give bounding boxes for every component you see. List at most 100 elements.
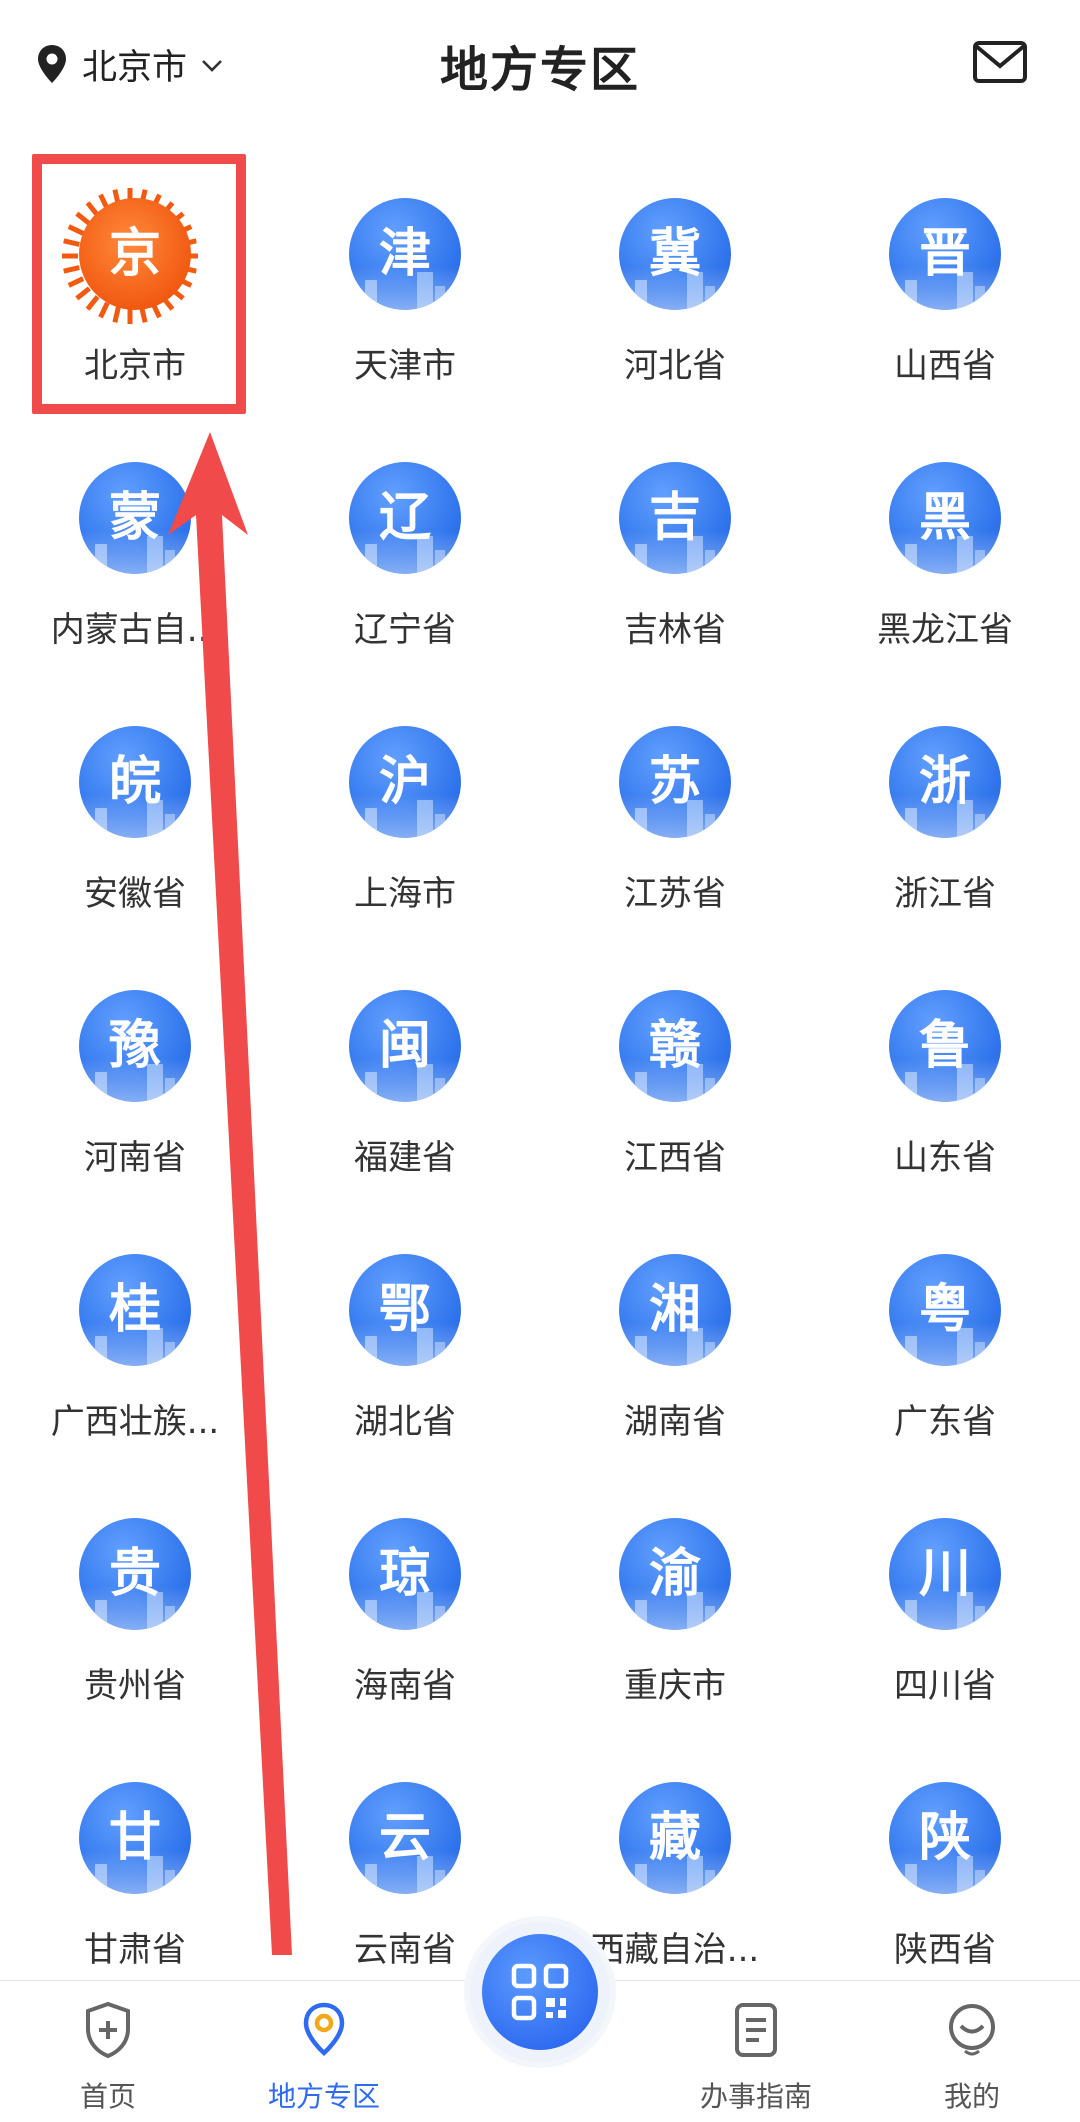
region-icon: 吉 xyxy=(619,462,731,574)
region-glyph: 粤 xyxy=(918,1280,971,1340)
region-icon: 云 xyxy=(349,1782,461,1894)
region-label: 河南省 xyxy=(84,1138,186,1178)
region-item[interactable]: 黑黑龙江省 xyxy=(810,434,1080,698)
region-item[interactable]: 津天津市 xyxy=(270,170,540,434)
region-icon: 豫 xyxy=(79,990,191,1102)
scan-qr-button[interactable] xyxy=(470,1922,610,2062)
region-icon: 贵 xyxy=(79,1518,191,1630)
region-glyph: 鄂 xyxy=(378,1280,431,1340)
region-icon: 沪 xyxy=(349,726,461,838)
tab-local-label: 地方专区 xyxy=(267,2080,380,2113)
region-glyph: 冀 xyxy=(648,224,701,284)
region-label: 河北省 xyxy=(624,346,726,386)
region-glyph: 沪 xyxy=(378,752,431,812)
region-item[interactable]: 赣江西省 xyxy=(540,962,810,1226)
region-glyph: 吉 xyxy=(648,488,701,548)
region-glyph: 渝 xyxy=(648,1544,701,1604)
region-label: 湖南省 xyxy=(624,1402,726,1442)
region-glyph: 浙 xyxy=(918,752,971,812)
region-item[interactable]: 贵贵州省 xyxy=(0,1490,270,1754)
region-glyph: 贵 xyxy=(108,1544,161,1604)
region-item[interactable]: 桂广西壮族... xyxy=(0,1226,270,1490)
region-glyph: 川 xyxy=(918,1544,971,1604)
tab-local[interactable]: 地方专区 xyxy=(216,1981,432,2122)
region-glyph: 甘 xyxy=(108,1808,161,1868)
region-icon: 苏 xyxy=(619,726,731,838)
region-label: 江西省 xyxy=(624,1138,726,1178)
region-icon: 琼 xyxy=(349,1518,461,1630)
region-icon: 粤 xyxy=(889,1254,1001,1366)
region-label: 海南省 xyxy=(354,1666,456,1706)
region-icon: 桂 xyxy=(79,1254,191,1366)
region-item[interactable]: 豫河南省 xyxy=(0,962,270,1226)
tab-guide[interactable]: 办事指南 xyxy=(648,1981,864,2122)
region-label: 山西省 xyxy=(894,346,996,386)
region-label: 贵州省 xyxy=(84,1666,186,1706)
region-item[interactable]: 甘甘肃省 xyxy=(0,1754,270,2018)
region-item[interactable]: 沪上海市 xyxy=(270,698,540,962)
region-icon: 津 xyxy=(349,198,461,310)
region-label: 山东省 xyxy=(894,1138,996,1178)
region-glyph: 蒙 xyxy=(108,488,161,548)
region-item[interactable]: 浙浙江省 xyxy=(810,698,1080,962)
region-icon: 皖 xyxy=(79,726,191,838)
region-item[interactable]: 皖安徽省 xyxy=(0,698,270,962)
region-item[interactable]: 吉吉林省 xyxy=(540,434,810,698)
region-item[interactable]: 蒙内蒙古自... xyxy=(0,434,270,698)
region-icon: 藏 xyxy=(619,1782,731,1894)
region-glyph: 赣 xyxy=(648,1016,701,1076)
region-item[interactable]: 辽辽宁省 xyxy=(270,434,540,698)
region-label: 内蒙古自... xyxy=(50,610,220,650)
smile-icon xyxy=(949,2004,995,2056)
annotation-highlight-box xyxy=(32,154,246,414)
region-item[interactable]: 苏江苏省 xyxy=(540,698,810,962)
region-item[interactable]: 湘湖南省 xyxy=(540,1226,810,1490)
region-label: 天津市 xyxy=(354,346,456,386)
region-label: 安徽省 xyxy=(84,874,186,914)
region-icon: 甘 xyxy=(79,1782,191,1894)
region-glyph: 黑 xyxy=(918,488,971,548)
qr-code-icon xyxy=(511,1963,569,2021)
tab-guide-label: 办事指南 xyxy=(699,2080,812,2113)
region-glyph: 苏 xyxy=(648,752,701,812)
region-item[interactable]: 渝重庆市 xyxy=(540,1490,810,1754)
region-glyph: 云 xyxy=(378,1808,431,1868)
region-label: 吉林省 xyxy=(624,610,726,650)
region-item[interactable]: 鲁山东省 xyxy=(810,962,1080,1226)
document-icon xyxy=(735,2003,777,2057)
region-icon: 鲁 xyxy=(889,990,1001,1102)
region-label: 甘肃省 xyxy=(84,1930,186,1970)
region-item[interactable]: 琼海南省 xyxy=(270,1490,540,1754)
region-item[interactable]: 闽福建省 xyxy=(270,962,540,1226)
tab-home[interactable]: 首页 xyxy=(0,1981,216,2122)
shield-plus-icon xyxy=(86,2001,130,2059)
region-icon: 浙 xyxy=(889,726,1001,838)
region-label: 江苏省 xyxy=(624,874,726,914)
region-item[interactable]: 川四川省 xyxy=(810,1490,1080,1754)
region-glyph: 闽 xyxy=(378,1016,431,1076)
region-glyph: 鲁 xyxy=(918,1016,971,1076)
region-icon: 赣 xyxy=(619,990,731,1102)
region-glyph: 辽 xyxy=(378,488,431,548)
mail-icon[interactable] xyxy=(972,40,1028,84)
region-item[interactable]: 晋山西省 xyxy=(810,170,1080,434)
region-glyph: 皖 xyxy=(108,752,161,812)
region-icon: 陕 xyxy=(889,1782,1001,1894)
region-label: 广东省 xyxy=(894,1402,996,1442)
map-pin-icon xyxy=(303,2002,345,2057)
region-item[interactable]: 陕陕西省 xyxy=(810,1754,1080,2018)
tab-home-label: 首页 xyxy=(79,2080,136,2113)
region-glyph: 陕 xyxy=(918,1808,971,1868)
region-icon: 蒙 xyxy=(79,462,191,574)
region-label: 重庆市 xyxy=(624,1666,726,1706)
region-label: 福建省 xyxy=(354,1138,456,1178)
header: 北京市 地方专区 xyxy=(0,0,1080,125)
region-item[interactable]: 粤广东省 xyxy=(810,1226,1080,1490)
tab-mine[interactable]: 我的 xyxy=(864,1981,1080,2122)
region-glyph: 湘 xyxy=(648,1280,701,1340)
region-item[interactable]: 鄂湖北省 xyxy=(270,1226,540,1490)
region-glyph: 晋 xyxy=(918,224,971,284)
region-icon: 湘 xyxy=(619,1254,731,1366)
region-item[interactable]: 冀河北省 xyxy=(540,170,810,434)
scan-qr-inner xyxy=(482,1934,598,2050)
